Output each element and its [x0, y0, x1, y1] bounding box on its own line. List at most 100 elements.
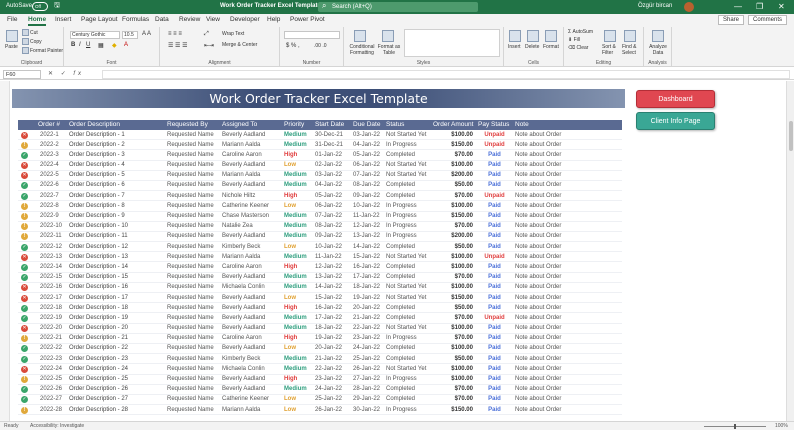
decimal-icon[interactable]: .00 .0	[314, 43, 327, 49]
tab-power-pivot[interactable]: Power Pivot	[290, 16, 325, 23]
note-cell[interactable]: Note about Order	[515, 366, 561, 372]
order-desc-cell[interactable]: Order Description - 28	[69, 407, 128, 413]
assigned-to-cell[interactable]: Chase Masterson	[222, 213, 269, 219]
start-date-cell[interactable]: 02-Jan-22	[315, 162, 342, 168]
order-amount-cell[interactable]: $70.00	[422, 193, 473, 199]
due-date-cell[interactable]: 27-Jan-22	[353, 376, 380, 382]
requested-by-cell[interactable]: Requested Name	[167, 213, 214, 219]
order-desc-cell[interactable]: Order Description - 6	[69, 182, 125, 188]
requested-by-cell[interactable]: Requested Name	[167, 366, 214, 372]
requested-by-cell[interactable]: Requested Name	[167, 264, 214, 270]
status-cell[interactable]: Not Started Yet	[386, 366, 426, 372]
due-date-cell[interactable]: 18-Jan-22	[353, 284, 380, 290]
order-desc-cell[interactable]: Order Description - 15	[69, 274, 128, 280]
order-num-cell[interactable]: 2022-2	[40, 142, 59, 148]
priority-cell[interactable]: High	[284, 335, 297, 341]
pay-status-cell[interactable]: Paid	[480, 345, 509, 351]
delete-cells-button[interactable]: Delete	[525, 44, 539, 50]
format-cells-icon[interactable]	[545, 30, 557, 42]
order-amount-cell[interactable]: $50.00	[422, 356, 473, 362]
pay-status-cell[interactable]: Paid	[480, 325, 509, 331]
find-select-button[interactable]: Find & Select	[622, 44, 642, 56]
due-date-cell[interactable]: 11-Jan-22	[353, 213, 380, 219]
pay-status-cell[interactable]: Paid	[480, 284, 509, 290]
priority-cell[interactable]: Medium	[284, 142, 307, 148]
start-date-cell[interactable]: 15-Jan-22	[315, 295, 342, 301]
note-cell[interactable]: Note about Order	[515, 182, 561, 188]
conditional-formatting-button[interactable]: Conditional Formatting	[348, 44, 376, 56]
scroll-thumb[interactable]	[789, 121, 793, 151]
note-cell[interactable]: Note about Order	[515, 203, 561, 209]
status-cell[interactable]: In Progress	[386, 335, 417, 341]
order-desc-cell[interactable]: Order Description - 3	[69, 152, 125, 158]
order-amount-cell[interactable]: $70.00	[422, 386, 473, 392]
status-cell[interactable]: In Progress	[386, 213, 417, 219]
priority-cell[interactable]: Low	[284, 396, 296, 402]
requested-by-cell[interactable]: Requested Name	[167, 182, 214, 188]
due-date-cell[interactable]: 21-Jan-22	[353, 315, 380, 321]
table-row[interactable]: ✕ 2022-5 Order Description - 5 Requested Na…	[18, 171, 622, 181]
order-desc-cell[interactable]: Order Description - 7	[69, 193, 125, 199]
vertical-scrollbar[interactable]	[786, 81, 794, 421]
start-date-cell[interactable]: 24-Jan-22	[315, 386, 342, 392]
indent-icon[interactable]: ⇤⇥	[204, 42, 214, 49]
cut-button[interactable]: Cut	[22, 29, 38, 36]
order-amount-cell[interactable]: $70.00	[422, 396, 473, 402]
assigned-to-cell[interactable]: Beverly Aadland	[222, 274, 265, 280]
tab-page-layout[interactable]: Page Layout	[81, 16, 118, 23]
pay-status-cell[interactable]: Paid	[480, 335, 509, 341]
priority-cell[interactable]: Low	[284, 162, 296, 168]
assigned-to-cell[interactable]: Beverly Aadland	[222, 315, 265, 321]
order-amount-cell[interactable]: $100.00	[422, 345, 473, 351]
paste-button[interactable]: Paste	[5, 44, 18, 50]
status-cell[interactable]: In Progress	[386, 203, 417, 209]
pay-status-cell[interactable]: Paid	[480, 386, 509, 392]
assigned-to-cell[interactable]: Mariann Aalda	[222, 407, 260, 413]
requested-by-cell[interactable]: Requested Name	[167, 142, 214, 148]
minimize-icon[interactable]: —	[734, 2, 742, 11]
pay-status-cell[interactable]: Paid	[480, 162, 509, 168]
note-cell[interactable]: Note about Order	[515, 193, 561, 199]
note-cell[interactable]: Note about Order	[515, 162, 561, 168]
due-date-cell[interactable]: 06-Jan-22	[353, 162, 380, 168]
order-desc-cell[interactable]: Order Description - 24	[69, 366, 128, 372]
requested-by-cell[interactable]: Requested Name	[167, 335, 214, 341]
order-amount-cell[interactable]: $100.00	[422, 325, 473, 331]
due-date-cell[interactable]: 20-Jan-22	[353, 305, 380, 311]
priority-cell[interactable]: Medium	[284, 233, 307, 239]
table-row[interactable]: ✓ 2022-14 Order Description - 14 Requested …	[18, 262, 622, 273]
find-select-icon[interactable]	[624, 30, 636, 42]
note-cell[interactable]: Note about Order	[515, 274, 561, 280]
grow-font-icon[interactable]: A A	[142, 31, 151, 37]
status-cell[interactable]: Not Started Yet	[386, 295, 426, 301]
pay-status-cell[interactable]: Paid	[480, 305, 509, 311]
col-status[interactable]: Status	[386, 121, 404, 128]
start-date-cell[interactable]: 17-Jan-22	[315, 315, 342, 321]
due-date-cell[interactable]: 13-Jan-22	[353, 233, 380, 239]
requested-by-cell[interactable]: Requested Name	[167, 325, 214, 331]
assigned-to-cell[interactable]: Natalie Zea	[222, 223, 253, 229]
priority-cell[interactable]: Medium	[284, 325, 307, 331]
order-desc-cell[interactable]: Order Description - 27	[69, 396, 128, 402]
wrap-text-button[interactable]: Wrap Text	[222, 31, 244, 37]
order-amount-cell[interactable]: $50.00	[422, 305, 473, 311]
order-amount-cell[interactable]: $150.00	[422, 213, 473, 219]
start-date-cell[interactable]: 23-Jan-22	[315, 376, 342, 382]
order-desc-cell[interactable]: Order Description - 8	[69, 203, 125, 209]
priority-cell[interactable]: Medium	[284, 356, 307, 362]
formula-input[interactable]	[102, 70, 790, 79]
pay-status-cell[interactable]: Paid	[480, 366, 509, 372]
order-amount-cell[interactable]: $100.00	[422, 284, 473, 290]
accessibility-status[interactable]: Accessibility: Investigate	[30, 423, 84, 429]
priority-cell[interactable]: Low	[284, 203, 296, 209]
note-cell[interactable]: Note about Order	[515, 315, 561, 321]
table-row[interactable]: ! 2022-25 Order Description - 25 Requested …	[18, 375, 622, 385]
orientation-icon[interactable]: ⤢	[204, 31, 209, 38]
table-row[interactable]: ✓ 2022-3 Order Description - 3 Requested Na…	[18, 150, 622, 161]
priority-cell[interactable]: High	[284, 305, 297, 311]
due-date-cell[interactable]: 25-Jan-22	[353, 356, 380, 362]
due-date-cell[interactable]: 23-Jan-22	[353, 335, 380, 341]
table-row[interactable]: ✓ 2022-23 Order Description - 23 Requested …	[18, 354, 622, 365]
status-cell[interactable]: Completed	[386, 182, 415, 188]
due-date-cell[interactable]: 26-Jan-22	[353, 366, 380, 372]
